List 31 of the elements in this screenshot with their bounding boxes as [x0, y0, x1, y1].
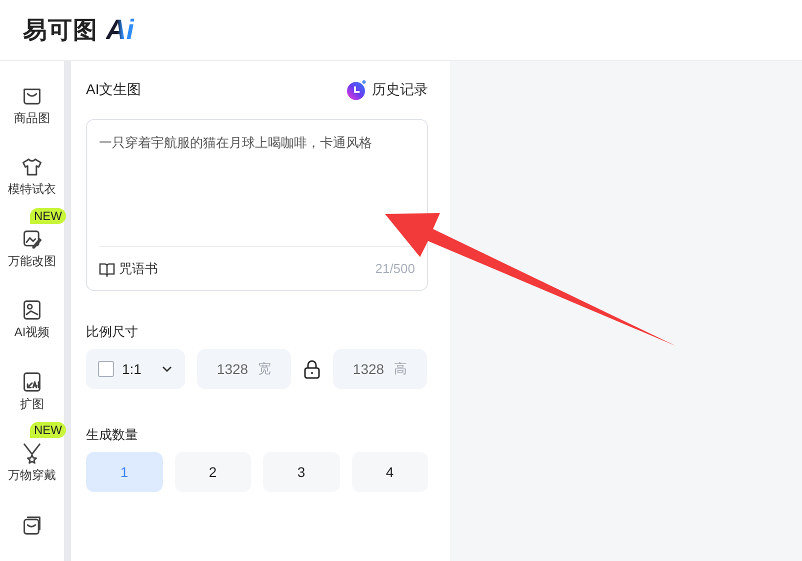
ratio-select[interactable]: 1:1: [86, 349, 185, 389]
sidebar-item[interactable]: NEW 万物穿戴: [0, 418, 64, 490]
sidebar-item[interactable]: AI视频: [0, 275, 64, 347]
quantity-label: 生成数量: [86, 426, 139, 444]
necklace-icon: [21, 442, 43, 464]
logo-text: 易可图: [23, 16, 98, 46]
picture-pencil-icon: [21, 228, 43, 250]
lock-icon[interactable]: [303, 359, 321, 379]
width-field[interactable]: 1328 宽: [197, 349, 291, 389]
prompt-box[interactable]: 一只穿着宇航服的猫在月球上喝咖啡，卡通风格 咒语书 21/500: [86, 119, 428, 291]
quantity-option[interactable]: 2: [174, 452, 251, 492]
clock-icon: [346, 79, 368, 101]
expand-ai-icon: [21, 370, 43, 393]
height-field[interactable]: 1328 高: [333, 349, 427, 389]
character-count: 21/500: [375, 261, 415, 276]
spell-book-button[interactable]: 咒语书: [99, 260, 158, 278]
quantity-option[interactable]: 3: [263, 452, 340, 492]
book-icon: [99, 260, 115, 276]
new-badge: NEW: [30, 208, 66, 224]
tshirt-icon: [21, 156, 43, 178]
sidebar-item[interactable]: NEW 万能改图: [0, 204, 64, 276]
history-link[interactable]: 历史记录: [346, 79, 428, 101]
image-icon: [21, 299, 43, 322]
bag-stack-icon: [21, 514, 43, 536]
panel-title: AI文生图: [86, 81, 142, 99]
size-label: 比例尺寸: [86, 323, 139, 341]
sidebar-item[interactable]: 模特试衣: [0, 132, 64, 204]
quantity-option[interactable]: 4: [352, 452, 428, 492]
new-badge: NEW: [30, 422, 66, 438]
sidebar-item[interactable]: 商品图: [0, 61, 64, 132]
sidebar-item[interactable]: 扩图: [0, 346, 64, 418]
